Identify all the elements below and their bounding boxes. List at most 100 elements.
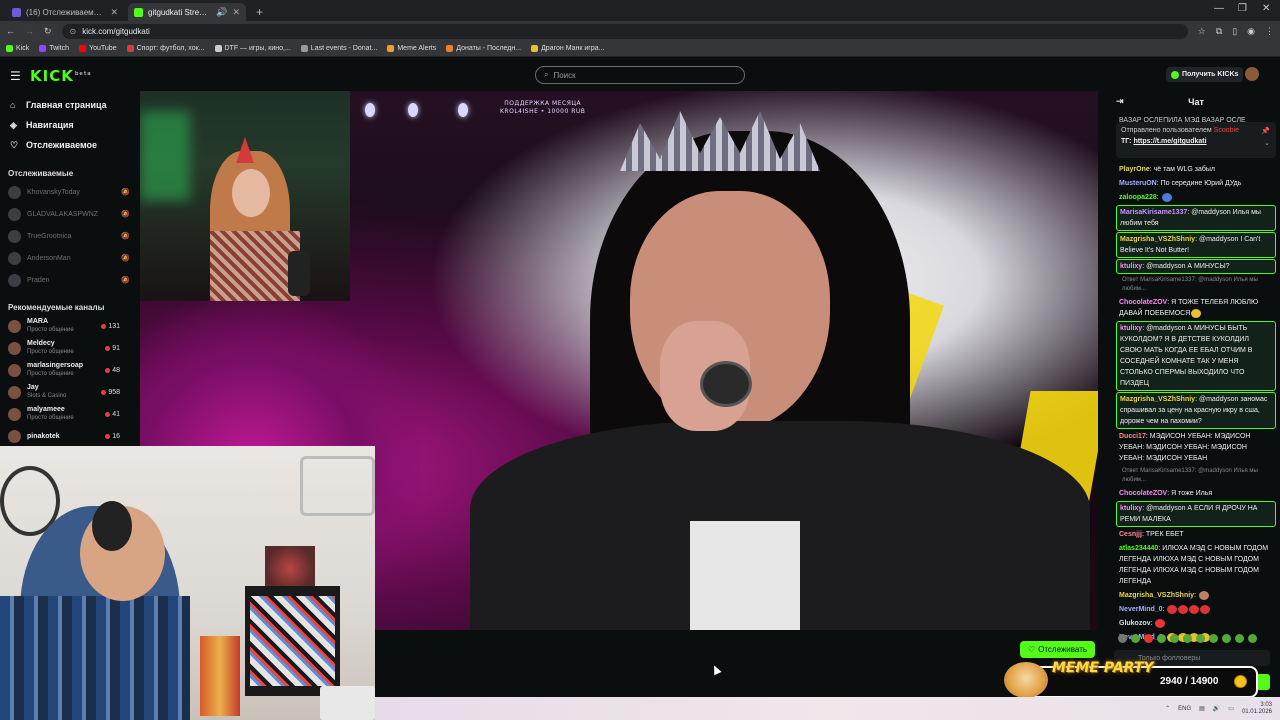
battery-icon[interactable]: ▭ (1228, 705, 1234, 712)
recommended-channel[interactable]: MARA Просто общение 131 (0, 315, 140, 337)
avatar (8, 319, 21, 333)
support-of-month-banner: ПОДДЕРЖКА МЕСЯЦА KROL4ISHE • 10000 RUB (500, 100, 586, 115)
emote-icon[interactable] (1144, 633, 1153, 643)
volume-icon[interactable]: 🔊 (1213, 705, 1220, 712)
pin-icon[interactable]: 📌 (1261, 126, 1270, 137)
emote-icon[interactable] (1209, 633, 1218, 643)
avatar (8, 185, 21, 199)
menu-dots-icon[interactable]: ⋮ (1265, 26, 1274, 37)
new-tab-button[interactable]: + (250, 3, 269, 21)
chat-message: Mazgrisha_VSZhShniy: @maddyson I Can't B… (1116, 232, 1276, 258)
site-info-icon[interactable]: ⊙ (70, 27, 77, 36)
audio-icon[interactable]: 🔊 (216, 7, 227, 18)
browser-tab-bar: (16) Отслеживаемые активные ✕ gitgudkati… (0, 0, 1280, 21)
following-channel[interactable]: TrueGrootnica 🔕 (0, 225, 140, 247)
bookmark-donaty[interactable]: Донаты - Последн... (446, 45, 521, 52)
emote-icon[interactable] (1196, 633, 1205, 643)
bookmark-star-icon[interactable]: ☆ (1198, 26, 1206, 37)
nav-browse[interactable]: ◈ Навигация (0, 115, 140, 135)
nav-following[interactable]: ♡ Отслеживаемое (0, 135, 140, 155)
emote-icon[interactable] (1235, 633, 1244, 643)
maximize-icon[interactable]: ❐ (1238, 3, 1247, 14)
chat-message: Glukozov: (1116, 617, 1276, 630)
chat-title: Чат (1188, 96, 1204, 107)
folder-icon (446, 45, 454, 52)
pinned-message[interactable]: 📌 ⌄ Отправлено пользователем Scoobie ТГ:… (1116, 122, 1276, 158)
telegram-link[interactable]: https://t.me/gitgudkati (1133, 138, 1206, 145)
network-icon[interactable]: ▤ (1199, 705, 1205, 712)
bookmark-kick[interactable]: Kick (6, 45, 29, 52)
url-field[interactable]: ⊙ kick.com/gitgudkati (61, 23, 1188, 39)
bookmark-twitch[interactable]: Twitch (39, 45, 69, 52)
recommended-channel[interactable]: marlasingersoap Просто общение 48 (0, 359, 140, 381)
emote-icon[interactable] (1118, 633, 1127, 643)
sport-icon (126, 45, 134, 52)
meme-alerts-icon (387, 45, 395, 52)
compass-icon: ◈ (10, 119, 17, 130)
emote-icon[interactable] (1131, 633, 1140, 643)
following-channel[interactable]: KhovanskyToday 🔕 (0, 181, 140, 203)
recommended-channel[interactable]: malyameee Просто общение 41 (0, 403, 140, 425)
bookmark-sport[interactable]: Спорт: футбол, хок... (126, 45, 205, 52)
live-dot-icon (101, 323, 107, 329)
hamburger-menu-icon[interactable]: ☰ (10, 69, 21, 83)
youtube-icon (79, 45, 87, 52)
bookmark-donationalerts[interactable]: Last events - Donat... (300, 45, 377, 52)
get-kicks-button[interactable]: Получить KICKs (1166, 67, 1244, 82)
recommended-channel[interactable]: Jay Slots & Casino 958 (0, 381, 140, 403)
reload-icon[interactable]: ↻ (44, 26, 52, 37)
emote-icon[interactable] (1183, 633, 1192, 643)
kick-logo[interactable]: KICKbeta (30, 67, 92, 85)
back-icon[interactable]: ← (6, 26, 15, 36)
nav-home[interactable]: ⌂ Главная страница (0, 95, 140, 115)
search-input[interactable]: ⌕ Поиск (535, 66, 745, 84)
send-button[interactable] (1256, 674, 1270, 690)
emote-icon[interactable] (1170, 633, 1179, 643)
emote-icon[interactable] (1157, 633, 1166, 643)
tray-arrow-icon[interactable]: ⌃ (1165, 705, 1170, 712)
bookmark-youtube[interactable]: YouTube (79, 45, 117, 52)
bookmark-dtf[interactable]: DTF — игры, кино,... (214, 45, 291, 52)
close-window-icon[interactable]: ✕ (1262, 3, 1270, 14)
collapse-chat-icon[interactable]: ⇥ (1116, 96, 1124, 107)
bookmark-memealerts[interactable]: Meme Alerts (387, 45, 436, 52)
bookmark-dragon[interactable]: Драгон Манк игра... (531, 45, 604, 52)
close-tab-icon[interactable]: ✕ (232, 7, 240, 18)
avatar (8, 273, 21, 287)
emote-icon (1155, 618, 1166, 628)
chat-message: zaloopa228: (1116, 191, 1276, 204)
forward-icon[interactable]: → (25, 26, 34, 36)
language-indicator[interactable]: ENG (1178, 706, 1191, 712)
avatar (8, 207, 21, 221)
minimize-icon[interactable]: — (1214, 3, 1224, 14)
extensions-icon[interactable]: ⧉ (1216, 26, 1222, 37)
emote-icon (1191, 308, 1202, 318)
recommended-channel[interactable]: Meldecy Просто общение 91 (0, 337, 140, 359)
follow-button[interactable]: ♡ Отслеживать (1020, 641, 1095, 658)
emote-icon[interactable] (1248, 633, 1257, 643)
emote-icon (1198, 590, 1209, 600)
tab-stream[interactable]: gitgudkati Stream - Watch 🔊 ✕ (128, 3, 246, 21)
singer-shirt (690, 521, 800, 630)
chat-message: ktulixy: @maddyson А МИНУСЫ? (1116, 259, 1276, 274)
chat-message: ktulixy: @maddyson А ЕСЛИ Я ДРОЧУ НА РЕМ… (1116, 501, 1276, 527)
following-channel[interactable]: AndersonMan 🔕 (0, 247, 140, 269)
profile-icon[interactable]: ◉ (1247, 26, 1255, 37)
emote-icon[interactable] (1222, 633, 1231, 643)
avatar (8, 407, 21, 421)
close-tab-icon[interactable]: ✕ (110, 7, 118, 18)
light-bulb (458, 103, 468, 117)
emote-icon (1167, 604, 1178, 614)
sidepanel-icon[interactable]: ▯ (1232, 26, 1237, 37)
following-channel[interactable]: GLADVALAKASPWNZ 🔕 (0, 203, 140, 225)
following-section-title: Отслеживаемые (8, 169, 74, 178)
chevron-down-icon[interactable]: ⌄ (1264, 138, 1270, 149)
user-avatar[interactable] (1245, 67, 1259, 81)
following-channel[interactable]: Praden 🔕 (0, 269, 140, 291)
tab-following[interactable]: (16) Отслеживаемые активные ✕ (6, 3, 124, 21)
clock[interactable]: 3:03 01.01.2026 (1242, 702, 1272, 716)
chat-message: ChocolateZOV: Я ТОЖЕ ТЕЛЕБЯ ЛЮБЛЮ ДАВАЙ … (1119, 299, 1259, 318)
chat-message: Mazgrisha_VSZhShniy: @maddyson заномас с… (1116, 392, 1276, 429)
recommended-channel[interactable]: pinakotek 16 (0, 425, 140, 446)
chat-message: MarisaKirisame1337: @maddyson Илья мы лю… (1116, 205, 1276, 231)
